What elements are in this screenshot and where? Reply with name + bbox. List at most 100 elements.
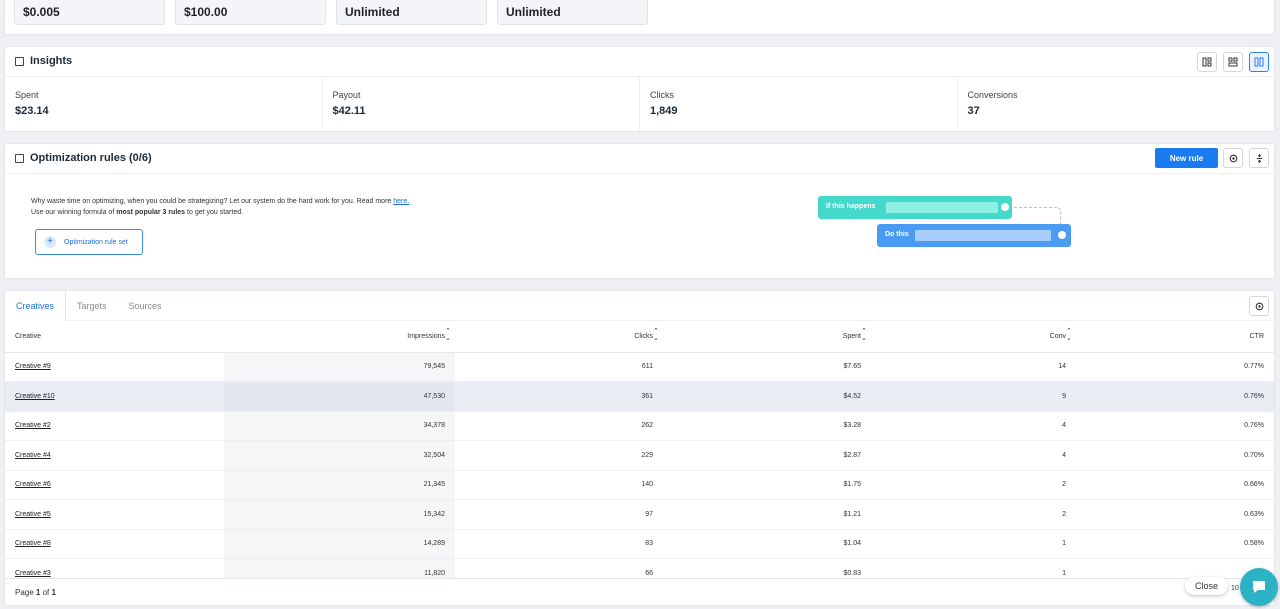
creative-link[interactable]: Creative #2 (15, 422, 51, 429)
limit-card: $0.005 (14, 0, 165, 25)
chat-button[interactable] (1240, 568, 1278, 606)
cell-creative[interactable]: Creative #6 (5, 470, 224, 500)
sort-icon[interactable]: ⌃ ⌄ (445, 328, 451, 342)
chat-icon (1253, 581, 1265, 593)
cell-clicks: 262 (455, 411, 663, 441)
metric-spent: Spent $23.14 (5, 77, 323, 131)
gear-icon (1229, 154, 1237, 162)
tab-targets[interactable]: Targets (66, 291, 118, 321)
table-row[interactable]: Creative #9 79,545 611 $7.65 14 0.77% (5, 352, 1274, 382)
sort-icon[interactable]: ⌃ ⌄ (1066, 328, 1072, 342)
col-header-conv[interactable]: Conv ⌃ ⌄ (871, 321, 1076, 353)
ruleset-button-label: Optimization rule set (64, 238, 128, 246)
read-more-link[interactable]: here. (393, 198, 409, 205)
col-header-clicks[interactable]: Clicks ⌃ ⌄ (455, 321, 663, 353)
limit-card: $100.00 (175, 0, 326, 25)
rules-text-line2-bold: most popular 3 rules (116, 209, 186, 216)
close-button[interactable]: Close (1185, 577, 1228, 595)
limit-value: $0.005 (23, 5, 60, 19)
cell-ctr: 0.76% (1076, 381, 1274, 412)
cell-impressions: 34,378 (224, 411, 455, 441)
table-footer: Page 1 of 1 (5, 578, 1274, 605)
rules-text-line1: Why waste time on optimizing, when you c… (31, 198, 392, 205)
cell-impressions: 15,342 (224, 499, 455, 530)
col-header-spent[interactable]: Spent ⌃ ⌄ (663, 321, 871, 353)
view-split-button[interactable] (1249, 52, 1269, 72)
cell-ctr: 0.70% (1076, 440, 1274, 471)
flow-if-label: If this happens (826, 203, 876, 210)
cell-spent: $2.87 (663, 440, 871, 471)
table-row[interactable]: Creative #6 21,345 140 $1.75 2 0.66% (5, 470, 1274, 500)
limit-card: Unlimited (497, 0, 648, 25)
footer-of-label: of (42, 587, 50, 597)
footer-page-label: Page (15, 587, 34, 597)
table-row[interactable]: Creative #10 47,530 361 $4.52 9 0.76% (5, 381, 1274, 412)
metric-value: 37 (967, 105, 980, 117)
cell-ctr: 0.63% (1076, 499, 1274, 530)
limit-value: $100.00 (184, 5, 228, 19)
cell-spent: $1.04 (663, 529, 871, 559)
rules-header: Optimization rules (0/6) New rule (5, 144, 1274, 174)
limit-value: Unlimited (345, 5, 400, 19)
cell-creative[interactable]: Creative #2 (5, 411, 224, 441)
flow-if-block: If this happens (818, 196, 1012, 219)
optimization-rule-set-button[interactable]: + Optimization rule set (35, 229, 143, 255)
cell-ctr: 0.58% (1076, 529, 1274, 559)
cell-spent: $1.21 (663, 499, 871, 530)
table-row[interactable]: Creative #2 34,378 262 $3.28 4 0.76% (5, 411, 1274, 441)
col-header-impressions[interactable]: Impressions ⌃ ⌄ (224, 321, 455, 353)
creative-link[interactable]: Creative #4 (15, 452, 51, 459)
cell-creative[interactable]: Creative #9 (5, 352, 224, 382)
new-rule-button[interactable]: New rule (1155, 148, 1218, 168)
metric-payout: Payout $42.11 (323, 77, 640, 131)
chart-icon (15, 56, 24, 66)
cell-clicks: 611 (455, 352, 663, 382)
tab-creatives[interactable]: Creatives (5, 291, 67, 321)
table-settings-button[interactable] (1249, 296, 1269, 316)
rules-icon (15, 153, 24, 163)
rules-body: Why waste time on optimizing, when you c… (5, 174, 1274, 278)
creatives-table: Creative Impressions ⌃ ⌄ Clicks ⌃ ⌄ Spent ⌃ ⌄ … (5, 321, 1274, 589)
insights-header: Insights (5, 47, 1274, 77)
col-header-ctr: CTR (1076, 321, 1274, 353)
cell-clicks: 361 (455, 381, 663, 412)
rules-settings-button[interactable] (1223, 148, 1243, 168)
creative-link[interactable]: Creative #6 (15, 481, 51, 488)
col-header-label: Impressions (407, 332, 445, 340)
creative-link[interactable]: Creative #5 (15, 511, 51, 518)
cell-clicks: 140 (455, 470, 663, 500)
creative-link[interactable]: Creative #10 (15, 393, 55, 400)
flow-do-dot (1058, 231, 1066, 239)
view-grid-button[interactable] (1223, 52, 1243, 72)
cell-clicks: 97 (455, 499, 663, 530)
sort-icon[interactable]: ⌃ ⌄ (861, 328, 867, 342)
col-header-label: Spent (842, 332, 861, 340)
metric-value: 1,849 (650, 105, 678, 117)
cell-creative[interactable]: Creative #4 (5, 440, 224, 471)
table-row[interactable]: Creative #5 15,342 97 $1.21 2 0.63% (5, 499, 1274, 530)
table-row[interactable]: Creative #8 14,289 83 $1.04 1 0.58% (5, 529, 1274, 559)
page-size-value[interactable]: 10 (1231, 585, 1239, 592)
cell-creative[interactable]: Creative #8 (5, 529, 224, 559)
flow-if-dot (1001, 203, 1009, 211)
cell-clicks: 83 (455, 529, 663, 559)
cell-spent: $4.52 (663, 381, 871, 412)
view-compact-button[interactable] (1197, 52, 1217, 72)
rules-collapse-button[interactable] (1249, 148, 1269, 168)
col-header-creative: Creative (5, 321, 224, 353)
rules-text-line2-post: to get you started. (187, 209, 244, 216)
cell-spent: $1.75 (663, 470, 871, 500)
cell-conv: 4 (871, 440, 1076, 471)
cell-creative[interactable]: Creative #5 (5, 499, 224, 530)
tab-sources[interactable]: Sources (118, 291, 173, 321)
creative-link[interactable]: Creative #8 (15, 540, 51, 547)
creative-link[interactable]: Creative #3 (15, 570, 51, 577)
cell-creative[interactable]: Creative #10 (5, 381, 224, 412)
insights-title-text: Insights (30, 55, 73, 67)
creative-link[interactable]: Creative #9 (15, 363, 51, 370)
sort-icon[interactable]: ⌃ ⌄ (653, 328, 659, 342)
flow-do-bar (915, 230, 1051, 241)
rules-description: Why waste time on optimizing, when you c… (31, 196, 409, 218)
limits-strip: $0.005 $100.00 Unlimited Unlimited (4, 0, 1275, 35)
table-row[interactable]: Creative #4 32,504 229 $2.87 4 0.70% (5, 440, 1274, 471)
